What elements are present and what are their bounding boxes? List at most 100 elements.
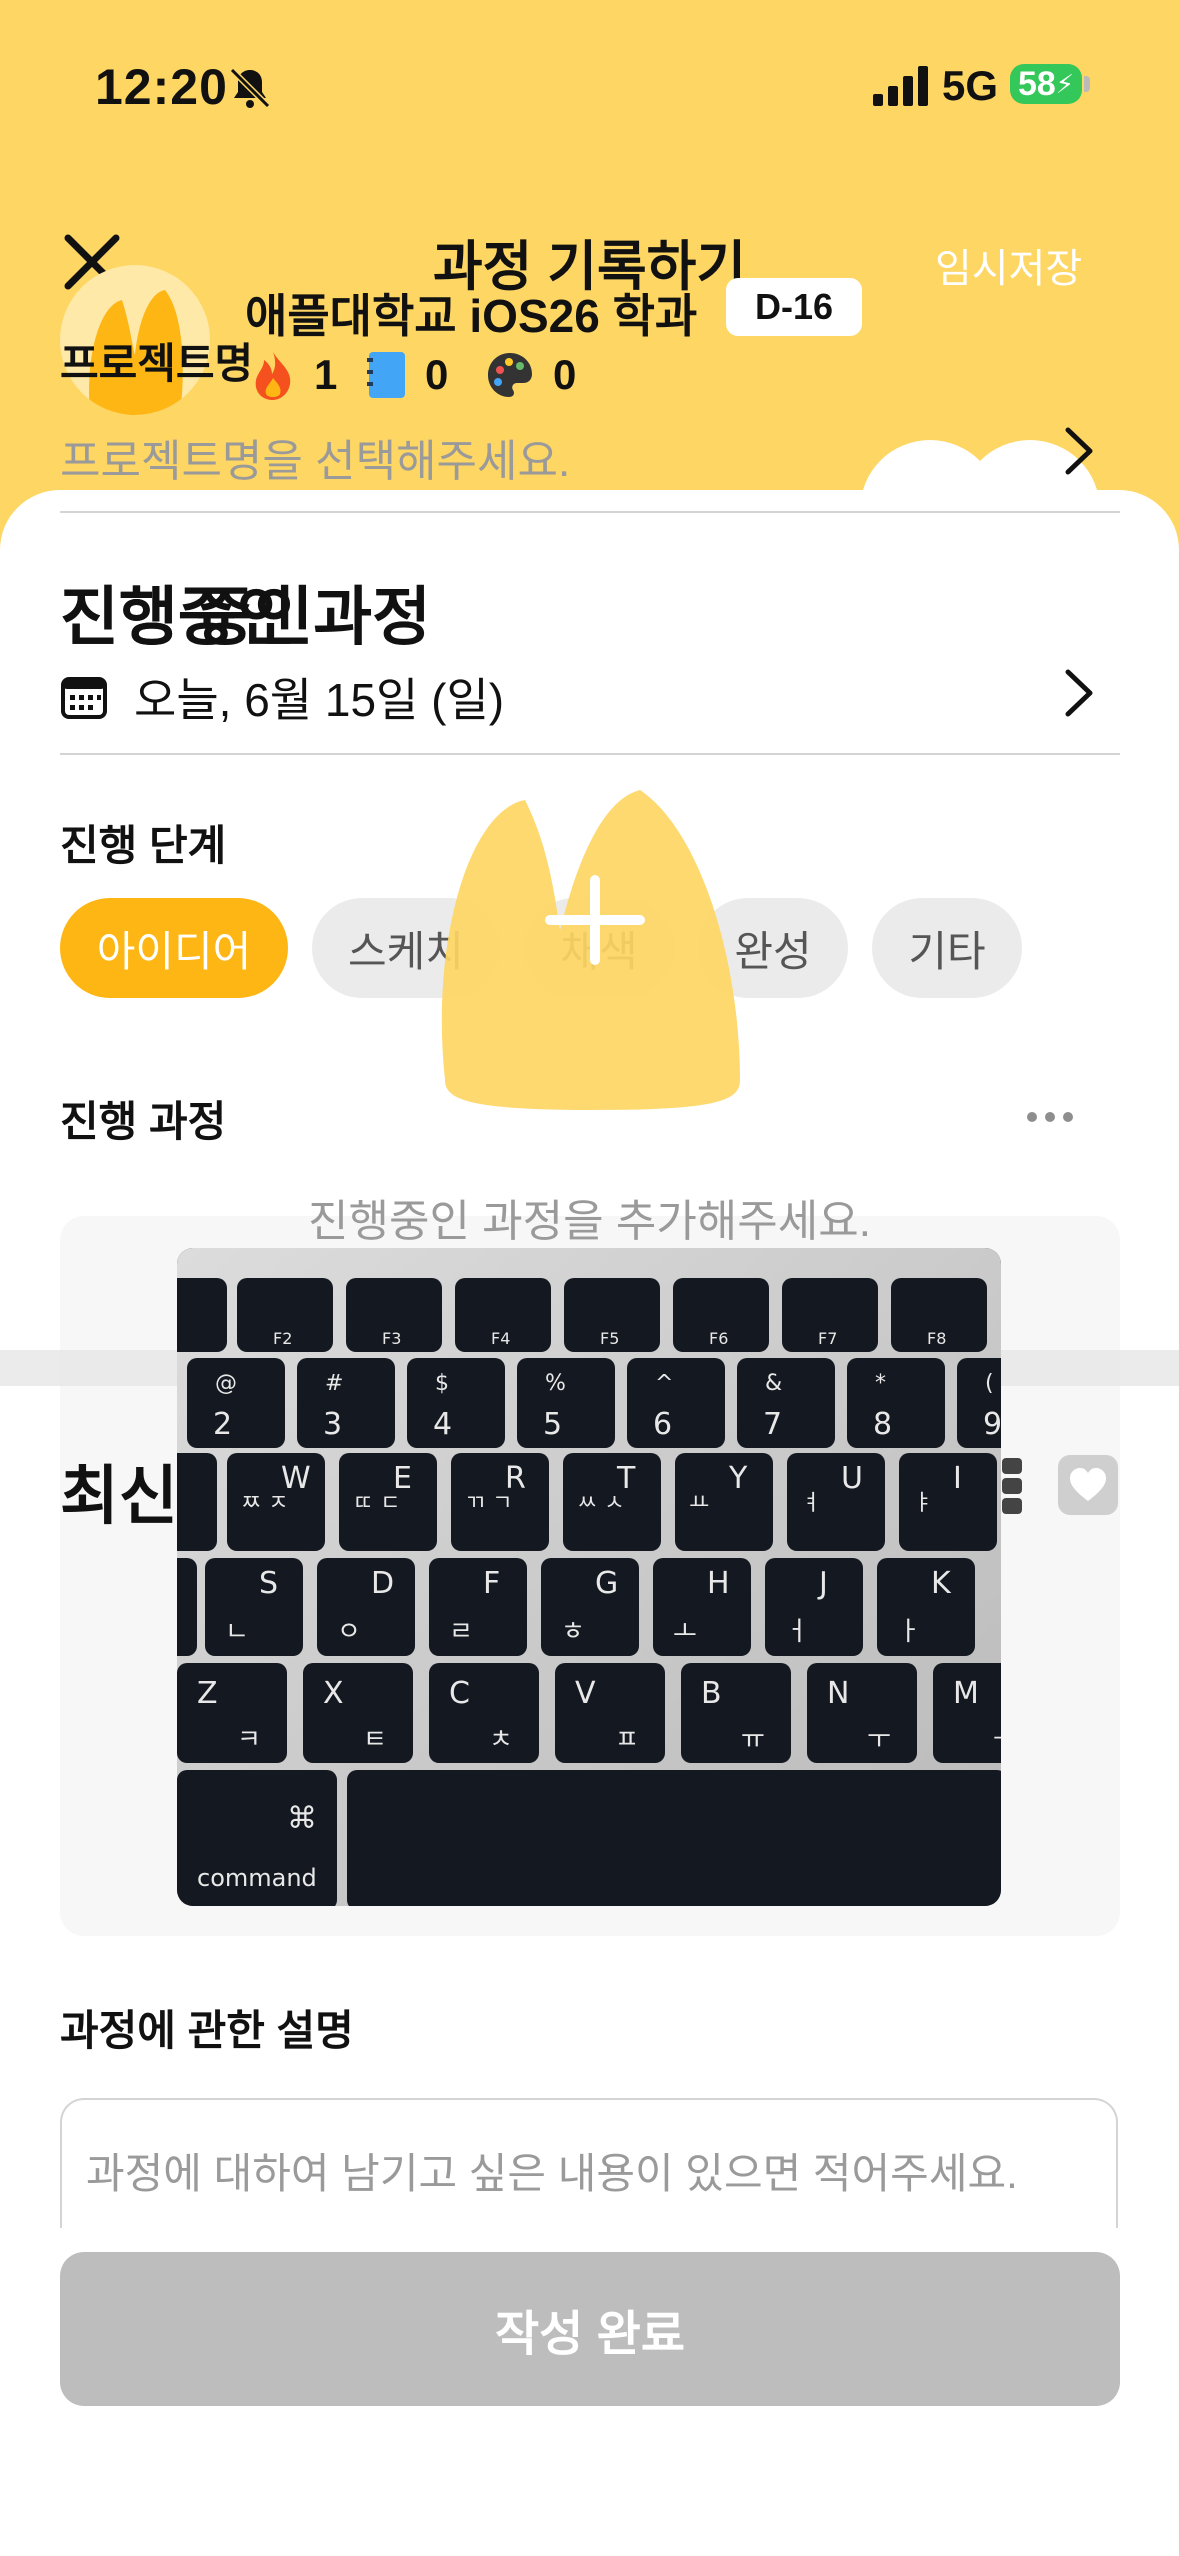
keyboard-key xyxy=(807,1663,917,1763)
cellular-signal-icon xyxy=(873,66,928,106)
keyboard-key-label: ^ xyxy=(655,1371,673,1396)
keyboard-key-label: ㅗ xyxy=(673,1617,697,1647)
recent-title: 최신 xyxy=(60,1460,178,1532)
keyboard-key-label: ㅏ xyxy=(897,1617,921,1647)
keyboard-photo-image: F2 F3 F4 F5 F6 F7 F8@2#3$4%5^6&7*8(9ㅉ ㅈWㄸ ㄷEㄲ … xyxy=(177,1248,1001,1906)
keyboard-key-label: N xyxy=(827,1676,849,1711)
date-text: 오늘, 6월 15일 (일) xyxy=(134,674,505,726)
keyboard-key-label: M xyxy=(953,1676,979,1711)
keyboard-key-label: Y xyxy=(728,1461,748,1496)
keyboard-key-label: ㅋ xyxy=(237,1725,261,1755)
like-button[interactable] xyxy=(1058,1455,1118,1515)
keyboard-key-label: F3 xyxy=(382,1329,401,1348)
keyboard-key xyxy=(517,1358,615,1448)
keyboard-key-label: ㄴ xyxy=(225,1617,249,1647)
divider xyxy=(60,511,1120,513)
keyboard-key-label: # xyxy=(325,1371,343,1396)
battery-cap xyxy=(1084,76,1090,92)
process-photo[interactable]: F2 F3 F4 F5 F6 F7 F8 @2 #3 $4% 5 ^ 6 & 7 * 8(9 ㅉ ㅈWㄸ ㄷEㄲ … xyxy=(177,1248,1001,1906)
keyboard-key xyxy=(205,1558,303,1656)
heart-icon xyxy=(1070,1468,1106,1501)
keyboard-key-label: 6 xyxy=(653,1407,672,1442)
keyboard-key-label: 7 xyxy=(763,1407,782,1442)
keyboard-key-label: G xyxy=(595,1566,618,1601)
description-label: 과정에 관한 설명 xyxy=(60,2007,354,2054)
battery-level: 58 xyxy=(1017,64,1056,103)
keyboard-key-label: ㅎ xyxy=(561,1617,585,1647)
network-type: 5G xyxy=(942,62,999,109)
keyboard-key-label: E xyxy=(393,1461,412,1496)
fire-icon xyxy=(255,352,291,400)
palette-icon xyxy=(488,353,532,397)
more-icon[interactable] xyxy=(1025,1110,1075,1124)
keyboard-key-label: ㄹ xyxy=(449,1617,473,1647)
description-input[interactable]: 과정에 대하여 남기고 싶은 내용이 있으면 적어주세요. xyxy=(60,2098,1118,2228)
keyboard-key-label: D xyxy=(371,1566,394,1601)
keyboard-key xyxy=(555,1663,665,1763)
keyboard-key xyxy=(765,1558,863,1656)
chevron-right-icon[interactable] xyxy=(1062,424,1096,478)
keyboard-key-label: F6 xyxy=(709,1329,728,1348)
chevron-right-icon[interactable] xyxy=(1062,666,1096,720)
keyboard-key xyxy=(303,1663,413,1763)
keyboard-key xyxy=(429,1663,539,1763)
process-hint: 진행중인 과정을 추가해주세요. xyxy=(308,1197,871,1246)
keyboard-key xyxy=(737,1358,835,1448)
keyboard-key-label: I xyxy=(953,1461,962,1496)
keyboard-key-label: C xyxy=(449,1676,470,1711)
keyboard-key-label: ㅍ xyxy=(615,1725,639,1755)
keyboard-key xyxy=(847,1358,945,1448)
stat-palette: 0 xyxy=(485,350,576,400)
keyboard-key-label: ( xyxy=(985,1371,994,1396)
keyboard-key xyxy=(177,1558,197,1656)
keyboard-key-label: ㅜ xyxy=(867,1725,891,1755)
keyboard-key-label: U xyxy=(841,1461,863,1496)
keyboard-key-label: @ xyxy=(215,1371,237,1396)
keyboard-key-label: 4 xyxy=(433,1407,452,1442)
keyboard-key xyxy=(297,1358,395,1448)
keyboard-key xyxy=(317,1558,415,1656)
mascot-add-icon[interactable] xyxy=(440,790,750,1110)
keyboard-key-label: 3 xyxy=(323,1407,342,1442)
keyboard-key-label: ㅡ xyxy=(993,1725,1001,1755)
keyboard-key-label: 5 xyxy=(543,1407,562,1442)
date-row[interactable]: 오늘, 6월 15일 (일) xyxy=(60,664,504,730)
keyboard-key xyxy=(429,1558,527,1656)
keyboard-key-label: F4 xyxy=(491,1329,510,1348)
status-time: 12:20 xyxy=(95,59,228,115)
stat-notebook: 0 xyxy=(365,350,448,400)
calendar-icon xyxy=(61,677,107,719)
step-chip-idea[interactable]: 아이디어 xyxy=(60,898,288,998)
project-select[interactable]: 프로젝트명을 선택해주세요. xyxy=(60,425,570,489)
school-name: 애플대학교 iOS26 학과 xyxy=(245,290,698,342)
keyboard-key-label: F5 xyxy=(600,1329,619,1348)
submit-button[interactable]: 작성 완료 xyxy=(60,2252,1120,2406)
keyboard-key xyxy=(627,1358,725,1448)
process-label: 진행 과정 xyxy=(60,1098,227,1145)
keyboard-key-label: K xyxy=(931,1566,952,1601)
dday-badge: D-16 xyxy=(726,278,862,336)
step-chip-etc[interactable]: 기타 xyxy=(872,898,1022,998)
stat-fire: 1 xyxy=(250,350,337,400)
keyboard-key-label: % xyxy=(545,1371,566,1396)
temp-save-button[interactable]: 임시저장 xyxy=(935,236,1082,294)
keyboard-key-label: X xyxy=(323,1676,344,1711)
keyboard-key-label: ㅠ xyxy=(741,1725,765,1755)
keyboard-key xyxy=(177,1278,227,1352)
bell-slash-icon xyxy=(229,67,271,109)
keyboard-key-label: ㅛ xyxy=(689,1491,709,1516)
keyboard-key xyxy=(347,1770,1001,1906)
keyboard-key xyxy=(177,1663,287,1763)
keyboard-key-label: J xyxy=(817,1566,828,1601)
keyboard-key-label: 2 xyxy=(213,1407,232,1442)
keyboard-key xyxy=(177,1453,217,1551)
stat-palette-value: 0 xyxy=(553,351,577,398)
battery-indicator: 58 ⚡ xyxy=(1010,64,1082,104)
keyboard-key-label: ⌘ xyxy=(287,1801,317,1836)
keyboard-key-label: & xyxy=(765,1371,782,1396)
keyboard-key-label: F7 xyxy=(818,1329,837,1348)
keyboard-key-label: 9 xyxy=(983,1407,1001,1442)
grid-icon[interactable] xyxy=(1000,1456,1024,1516)
keyboard-key xyxy=(541,1558,639,1656)
project-label: 프로젝트명 xyxy=(60,340,254,387)
